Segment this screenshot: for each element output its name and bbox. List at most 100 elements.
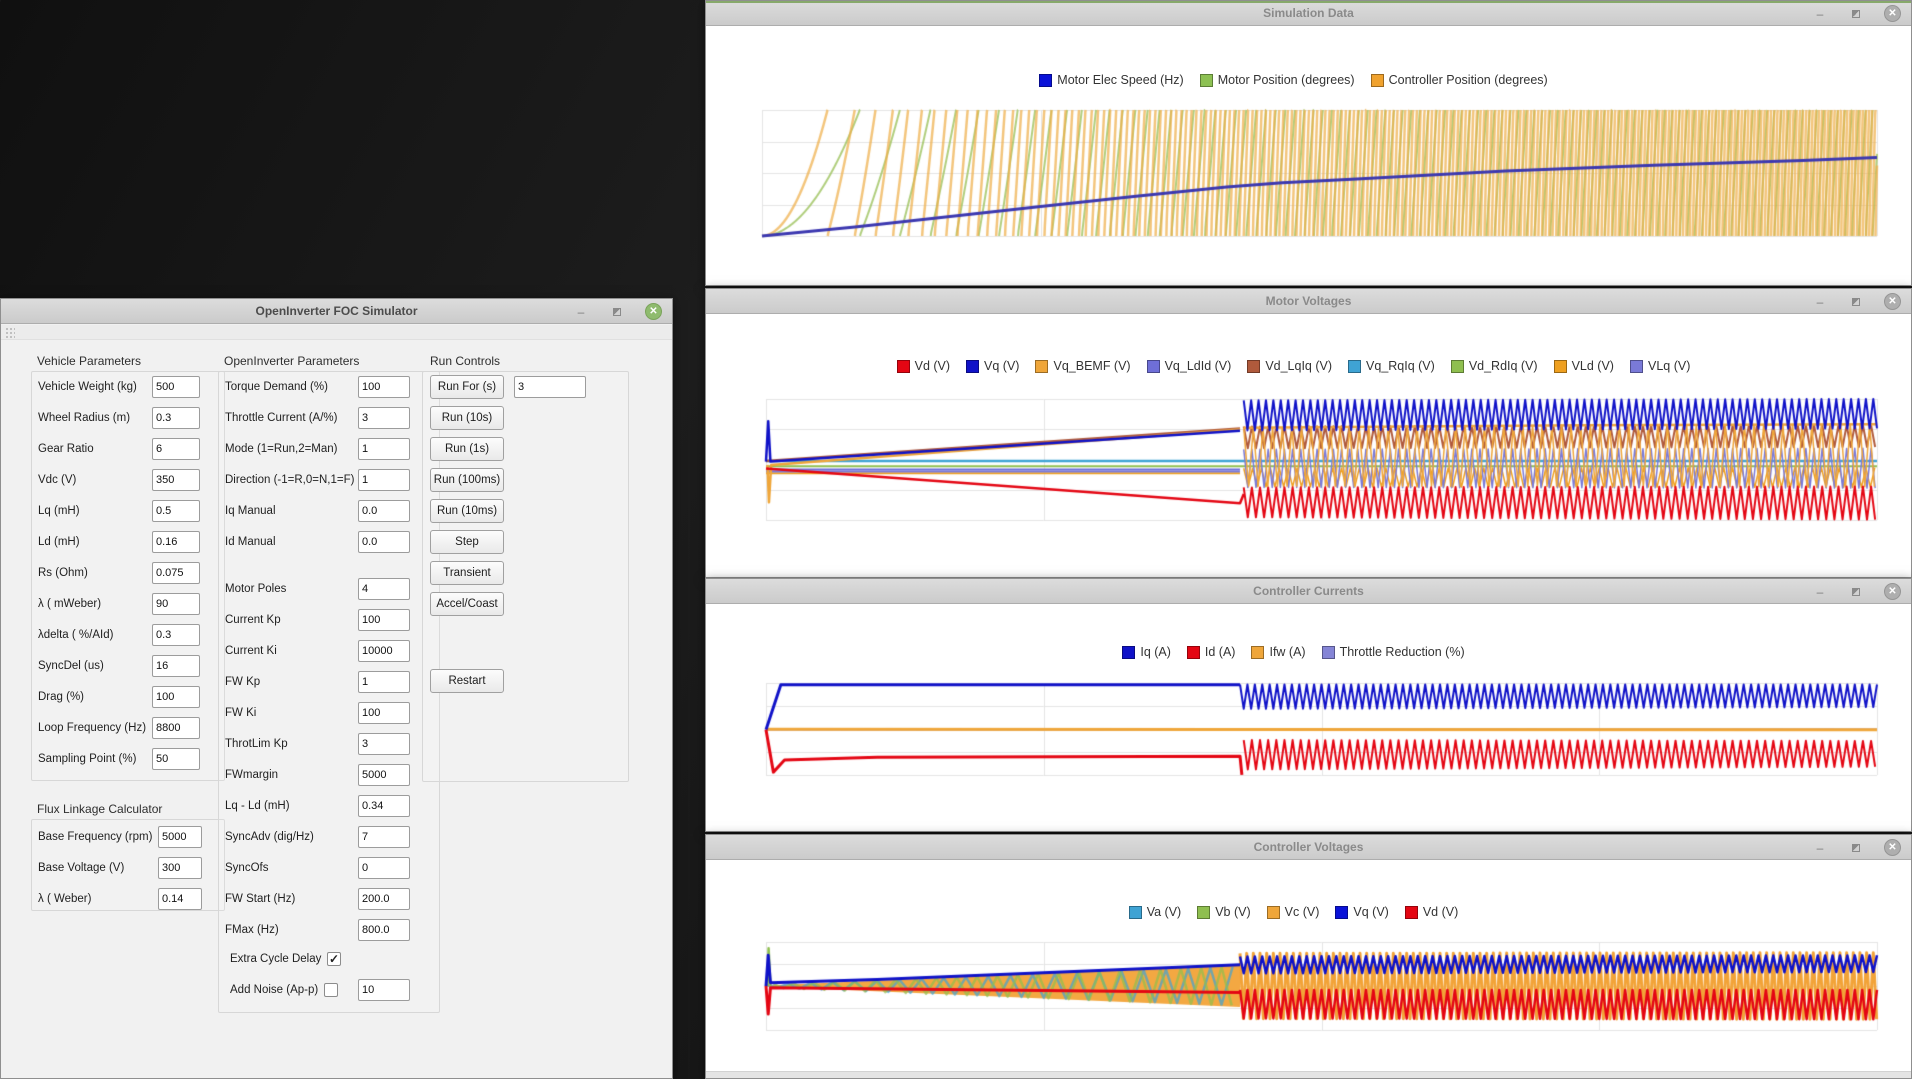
- field-label: Lq - Ld (mH): [225, 800, 290, 812]
- form-row: Mode (1=Run,2=Man): [225, 438, 338, 460]
- field-input[interactable]: [358, 376, 410, 398]
- field-input[interactable]: [358, 888, 410, 910]
- field-label: FW Start (Hz): [225, 893, 295, 905]
- toolbar-grip[interactable]: [1, 325, 672, 340]
- checkbox-row: Extra Cycle Delay: [230, 948, 321, 970]
- field-input[interactable]: [358, 857, 410, 879]
- chart-titlebar[interactable]: Simulation Data – ✕: [706, 1, 1911, 26]
- field-input[interactable]: [152, 686, 200, 708]
- field-input[interactable]: [152, 407, 200, 429]
- run-controls-header: Run Controls: [430, 354, 500, 368]
- field-input[interactable]: [358, 733, 410, 755]
- run-button[interactable]: Run (10ms): [430, 499, 504, 523]
- close-icon[interactable]: ✕: [1884, 293, 1901, 310]
- close-icon[interactable]: ✕: [1884, 583, 1901, 600]
- form-row: Iq Manual: [225, 500, 276, 522]
- run-button[interactable]: Run (10s): [430, 406, 504, 430]
- field-input[interactable]: [358, 531, 410, 553]
- window-top-accent: [706, 1, 1911, 3]
- chart-window-title: Controller Currents: [1253, 584, 1364, 598]
- field-input[interactable]: [358, 407, 410, 429]
- field-input[interactable]: [358, 826, 410, 848]
- form-row: FWmargin: [225, 764, 278, 786]
- form-row: λ ( Weber): [38, 888, 91, 910]
- chart-titlebar[interactable]: Motor Voltages – ✕: [706, 289, 1911, 314]
- form-row: Torque Demand (%): [225, 376, 328, 398]
- checkbox[interactable]: [324, 983, 338, 997]
- field-input[interactable]: [358, 671, 410, 693]
- field-label: Current Ki: [225, 645, 277, 657]
- field-label: SyncAdv (dig/Hz): [225, 831, 314, 843]
- checkbox[interactable]: ✓: [327, 952, 341, 966]
- run-for-seconds-input[interactable]: [514, 376, 586, 398]
- window-buttons: – ✕: [1812, 289, 1901, 314]
- run-button[interactable]: Transient: [430, 561, 504, 585]
- restart-button[interactable]: Restart: [430, 669, 504, 693]
- flux-calc-header: Flux Linkage Calculator: [37, 802, 162, 816]
- field-label: SyncDel (us): [38, 660, 104, 672]
- run-button[interactable]: Run (100ms): [430, 468, 504, 492]
- minimize-icon[interactable]: –: [1812, 840, 1828, 856]
- vehicle-params-group: Vehicle Weight (kg)Wheel Radius (m)Gear …: [31, 371, 225, 781]
- minimize-icon[interactable]: –: [1812, 584, 1828, 600]
- field-input[interactable]: [152, 593, 200, 615]
- openinverter-params-group: Torque Demand (%)Throttle Current (A/%)M…: [218, 371, 440, 1013]
- field-input[interactable]: [152, 531, 200, 553]
- field-input[interactable]: [158, 857, 202, 879]
- field-label: Sampling Point (%): [38, 753, 136, 765]
- field-input[interactable]: [358, 640, 410, 662]
- run-button[interactable]: Run (1s): [430, 437, 504, 461]
- restore-icon[interactable]: [1848, 294, 1864, 310]
- simulator-titlebar[interactable]: OpenInverter FOC Simulator – ✕: [1, 299, 672, 324]
- field-label: FW Ki: [225, 707, 256, 719]
- window-title: OpenInverter FOC Simulator: [255, 304, 417, 318]
- minimize-icon[interactable]: –: [1812, 294, 1828, 310]
- chart-titlebar[interactable]: Controller Voltages – ✕: [706, 835, 1911, 860]
- chart-titlebar[interactable]: Controller Currents – ✕: [706, 579, 1911, 604]
- field-input[interactable]: [358, 469, 410, 491]
- field-input[interactable]: [358, 795, 410, 817]
- restore-icon[interactable]: [1848, 6, 1864, 22]
- form-row: FW Kp: [225, 671, 260, 693]
- field-input[interactable]: [152, 562, 200, 584]
- field-input[interactable]: [358, 438, 410, 460]
- window-buttons: – ✕: [1812, 579, 1901, 604]
- field-input[interactable]: [152, 438, 200, 460]
- run-button[interactable]: Step: [430, 530, 504, 554]
- field-input[interactable]: [152, 469, 200, 491]
- field-input[interactable]: [152, 717, 200, 739]
- field-input[interactable]: [152, 624, 200, 646]
- restore-icon[interactable]: [1848, 584, 1864, 600]
- field-input[interactable]: [152, 500, 200, 522]
- field-input[interactable]: [152, 748, 200, 770]
- close-icon[interactable]: ✕: [645, 303, 662, 320]
- form-row: SyncOfs: [225, 857, 268, 879]
- field-input[interactable]: [358, 764, 410, 786]
- close-icon[interactable]: ✕: [1884, 839, 1901, 856]
- field-input[interactable]: [152, 376, 200, 398]
- restore-icon[interactable]: [1848, 840, 1864, 856]
- close-icon[interactable]: ✕: [1884, 5, 1901, 22]
- field-input[interactable]: [158, 826, 202, 848]
- chart-canvas: [706, 315, 1912, 579]
- minimize-icon[interactable]: –: [573, 304, 589, 320]
- chart-window-title: Motor Voltages: [1266, 294, 1352, 308]
- field-input[interactable]: [358, 979, 410, 1001]
- field-input[interactable]: [358, 578, 410, 600]
- checkbox-label: Add Noise (Ap-p): [230, 984, 318, 996]
- field-input[interactable]: [358, 500, 410, 522]
- minimize-icon[interactable]: –: [1812, 6, 1828, 22]
- window-buttons: – ✕: [573, 299, 662, 324]
- field-input[interactable]: [158, 888, 202, 910]
- field-label: Wheel Radius (m): [38, 412, 130, 424]
- run-for-button[interactable]: Run For (s): [430, 375, 504, 399]
- run-button[interactable]: Accel/Coast: [430, 592, 504, 616]
- field-input[interactable]: [152, 655, 200, 677]
- restore-icon[interactable]: [609, 304, 625, 320]
- field-input[interactable]: [358, 919, 410, 941]
- form-row: Id Manual: [225, 531, 276, 553]
- run-controls-group: Run For (s) Run (10s) Run (1s) Run (100ms) R…: [422, 371, 629, 782]
- field-label: FMax (Hz): [225, 924, 279, 936]
- field-input[interactable]: [358, 609, 410, 631]
- field-input[interactable]: [358, 702, 410, 724]
